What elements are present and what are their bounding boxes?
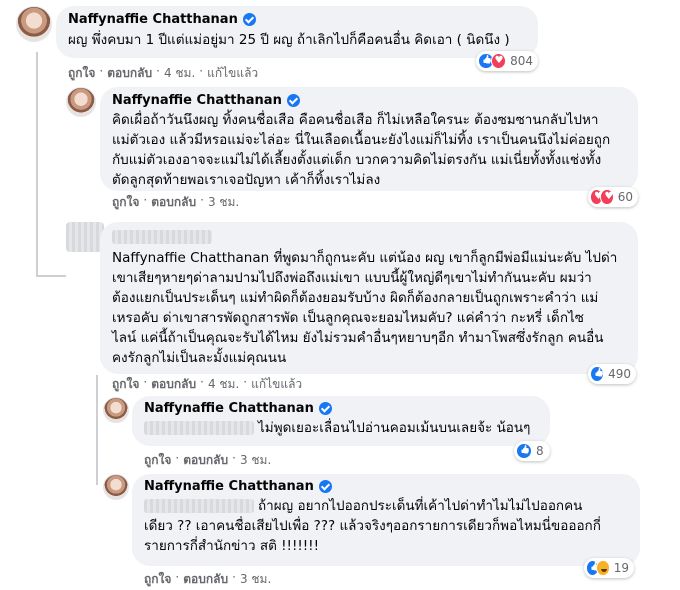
haha-reaction-icon [596,560,610,576]
comment-bubble: Naffynaffie Chatthanan ผญ พึ่งคบมา 1 ปีแ… [56,6,538,58]
separator: · [200,375,204,389]
comment-actions: ถูกใจ · ตอบกลับ · 3 ชม. [144,570,271,589]
comment-actions: ถูกใจ · ตอบกลับ · 4 ชม. · แก้ไขแล้ว [112,375,302,394]
timestamp[interactable]: 3 ชม. [240,451,271,470]
verified-badge-icon [242,13,256,26]
comment-text: Naffynaffie Chatthanan ที่พูดมาก็ถูกนะคั… [112,248,626,368]
reaction-count: 19 [613,561,629,575]
comment-bubble: Naffynaffie Chatthanan คิดเผื่อถ้าวันนึง… [100,87,638,191]
comment-line: เดียว ?? เอาคนชื่อเสียไปเพื่อ ??? แล้วจร… [144,518,601,534]
comment-line: รายการกี่สำนักข่าว สติ !!!!!!! [144,538,320,554]
comment-bubble: Naffynaffie Chatthanan ที่พูดมาก็ถูกนะคั… [100,222,638,374]
comment-line: คิดเผื่อถ้าวันนึงผญ ทิ้งคนชื่อเสือ คือคน… [112,112,599,128]
timestamp[interactable]: 3 ชม. [208,193,239,212]
like-button[interactable]: ถูกใจ [144,451,171,470]
blurred-commenter-name [112,230,212,244]
like-button[interactable]: ถูกใจ [68,64,95,83]
like-button[interactable]: ถูกใจ [112,375,139,394]
comment-actions: ถูกใจ · ตอบกลับ · 3 ชม. [144,451,271,470]
avatar[interactable] [16,6,52,42]
reply-button[interactable]: ตอบกลับ [183,451,228,470]
comment-line: ไลน์ แค่นี้ถ้าเป็นคุณจะรับได้ไหม ยังไม่ร… [112,330,604,346]
separator: · [175,570,180,584]
thread-line [96,375,98,485]
commenter-name-text[interactable]: Naffynaffie Chatthanan [144,401,314,416]
comment-line: กับแม่ตัวเองอาจจะแม่ไม่ได้เลี้ยงตั้งแต่เ… [112,152,602,168]
edited-label[interactable]: แก้ไขแล้ว [207,64,258,83]
comment-line: เหรอคับ ด่าเขาสารพัดถูกสารพัด เป็นลูกคุณ… [112,310,584,326]
commenter-name-text[interactable]: Naffynaffie Chatthanan [68,12,238,27]
avatar[interactable] [103,474,129,500]
reaction-summary[interactable]: 490 [588,364,636,384]
timestamp[interactable]: 4 ชม. [208,375,239,394]
like-button[interactable]: ถูกใจ [112,193,139,212]
commenter-name-text[interactable]: Naffynaffie Chatthanan [144,479,314,494]
blurred-mention [144,421,254,435]
reply-button[interactable]: ตอบกลับ [183,570,228,589]
separator: · [99,64,104,78]
separator: · [199,64,204,78]
reaction-count: 490 [608,367,631,381]
reply-button[interactable]: ตอบกลับ [151,193,196,212]
comment-line: ตัดลูกสุดท้ายพอเราเจอปัญหา เค้าก็ทิ้งเรา… [112,172,381,188]
edited-label[interactable]: แก้ไขแล้ว [251,375,302,394]
like-reaction-icon [516,443,532,459]
avatar[interactable] [103,397,129,423]
comment-actions: ถูกใจ · ตอบกลับ · 4 ชม. · แก้ไขแล้ว [68,64,258,83]
love-reaction-icon [490,53,507,69]
verified-badge-icon [286,94,300,107]
avatar[interactable] [66,87,96,117]
commenter-name[interactable]: Naffynaffie Chatthanan [144,479,628,494]
love-reaction-icon [600,189,614,205]
reaction-summary[interactable]: 19 [584,558,634,578]
comment-text: คิดเผื่อถ้าวันนึงผญ ทิ้งคนชื่อเสือ คือคน… [112,110,626,190]
reaction-summary[interactable]: 60 [588,187,638,207]
comment-text: ไม่พูดเยอะเลื่อนไปอ่านคอมเม้นบนเลยจ้ะ น้… [258,420,531,436]
comment-line: เขาเสียๆหายๆด่าลามปามไปถึงพ่อถึงแม่เขา แ… [112,270,592,286]
commenter-name-text[interactable]: Naffynaffie Chatthanan [112,93,282,108]
separator: · [156,64,160,78]
comment-actions: ถูกใจ · ตอบกลับ · 3 ชม. [112,193,239,212]
commenter-name[interactable]: Naffynaffie Chatthanan [144,401,538,416]
separator: · [243,375,248,389]
blurred-avatar [66,222,104,252]
thread-line [36,52,38,277]
comment-line: Naffynaffie Chatthanan ที่พูดมาก็ถูกนะคั… [112,250,618,266]
comment-text: ผญ พึ่งคบมา 1 ปีแต่แม่อยู่มา 25 ปี ผญ ถ้… [68,32,510,48]
separator: · [232,570,236,584]
comment-line: ถ้าผญ อยากไปออกประเด็นที่เค้าไปด่าทำไมไม… [258,498,583,514]
verified-badge-icon [318,402,332,415]
reaction-summary[interactable]: 804 [476,51,538,71]
separator: · [175,451,180,465]
thread-line [36,275,66,277]
comment-bubble: Naffynaffie Chatthanan ไม่พูดเยอะเลื่อนไ… [132,396,550,446]
commenter-name[interactable]: Naffynaffie Chatthanan [68,12,526,27]
separator: · [232,451,236,465]
comment-text-row: ไม่พูดเยอะเลื่อนไปอ่านคอมเม้นบนเลยจ้ะ น้… [144,418,538,438]
blurred-mention [144,499,254,513]
comment-line: ต้องแยกเป็นประเด็นๆ แม่ทำผิดก็ต้องยอมรับ… [112,290,599,306]
like-button[interactable]: ถูกใจ [144,570,171,589]
comment-bubble: Naffynaffie Chatthanan ถ้าผญ อยากไปออกปร… [132,474,640,566]
comment-line: แม่ตัวเอง แล้วมีหรอแม่จะไล่อะ นี่ในเลือด… [112,132,611,148]
separator: · [200,193,204,207]
like-reaction-icon [590,366,605,382]
comment-line: คงรักลูกไม่เป็นละมั้งแม่คุณนน [112,350,287,366]
comment-text-row: ถ้าผญ อยากไปออกประเด็นที่เค้าไปด่าทำไมไม… [144,496,628,516]
verified-badge-icon [318,480,332,493]
reaction-count: 804 [510,54,533,68]
separator: · [143,193,148,207]
separator: · [143,375,148,389]
reply-button[interactable]: ตอบกลับ [107,64,152,83]
reply-button[interactable]: ตอบกลับ [151,375,196,394]
commenter-name[interactable]: Naffynaffie Chatthanan [112,93,626,108]
comment-text: เดียว ?? เอาคนชื่อเสียไปเพื่อ ??? แล้วจร… [144,516,628,556]
timestamp[interactable]: 4 ชม. [164,64,195,83]
timestamp[interactable]: 3 ชม. [240,570,271,589]
reaction-summary[interactable]: 8 [514,441,550,461]
reaction-count: 8 [536,444,544,458]
reaction-count: 60 [617,190,633,204]
